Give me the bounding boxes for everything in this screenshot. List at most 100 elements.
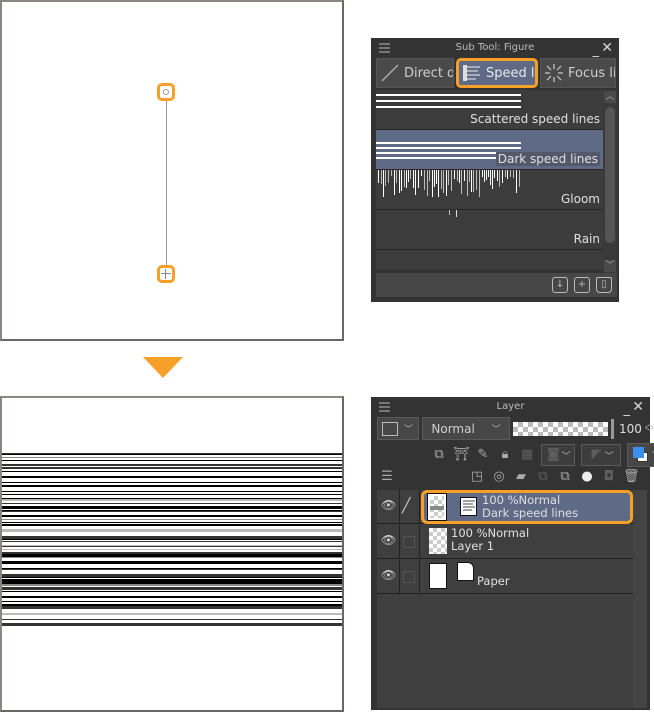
start-handle[interactable] bbox=[157, 83, 175, 101]
subtool-tabs: Direct draw Speed lines Focus lines bbox=[376, 58, 616, 88]
layer-scrollbar[interactable] bbox=[633, 490, 647, 708]
gloom-line bbox=[429, 170, 430, 181]
eye-icon[interactable]: 👁︎ bbox=[381, 569, 397, 581]
gloom-line bbox=[413, 170, 414, 188]
layer-actions-row: ☰ ◳ ◎ ▰ ⧉ ⧉ ● ◘ 🗑︎ bbox=[379, 469, 647, 485]
gloom-line bbox=[404, 170, 405, 187]
speed-line bbox=[2, 511, 342, 512]
reference-layer-icon[interactable]: ⛩ bbox=[453, 447, 470, 463]
menu-icon[interactable] bbox=[379, 402, 390, 412]
ruler-icon: ◤ bbox=[591, 447, 602, 462]
speed-line bbox=[2, 506, 342, 509]
opacity-spinner-icon[interactable]: ︿ ﹀ bbox=[645, 420, 654, 437]
eye-icon[interactable]: 👁︎ bbox=[381, 499, 397, 511]
layer-color-mode-dropdown[interactable]: ﹀ bbox=[627, 443, 654, 467]
subtool-scrollbar[interactable]: ︿ ﹀ bbox=[603, 90, 617, 273]
speed-line bbox=[2, 596, 342, 597]
speed-line bbox=[2, 623, 342, 626]
register-material-icon[interactable]: ↓ bbox=[552, 277, 568, 293]
layer-row-dark-speed-lines[interactable]: 👁︎ ╱ 100 %Normal Dark speed lines bbox=[377, 490, 633, 524]
end-handle[interactable] bbox=[157, 265, 175, 283]
clip-lower-layer-icon[interactable]: ⧉ bbox=[431, 447, 447, 463]
gloom-line bbox=[490, 170, 491, 185]
subtool-item-gloom[interactable]: Gloom bbox=[376, 170, 603, 210]
subtool-item-scattered[interactable]: Scattered speed lines bbox=[376, 90, 603, 130]
speed-line bbox=[2, 491, 342, 492]
speed-line bbox=[2, 619, 342, 620]
close-icon[interactable]: ✕ bbox=[632, 397, 644, 417]
speed-line bbox=[2, 576, 342, 577]
create-mask-icon[interactable]: ● bbox=[579, 469, 595, 485]
speed-line bbox=[2, 467, 342, 469]
gloom-line bbox=[510, 170, 511, 177]
tab-speed-lines[interactable]: Speed lines bbox=[456, 58, 538, 88]
gloom-line bbox=[421, 170, 422, 176]
opacity-slider[interactable] bbox=[513, 421, 608, 436]
blend-mode-dropdown[interactable]: Normal ﹀ bbox=[422, 417, 510, 440]
gloom-line bbox=[378, 170, 379, 183]
opacity-value[interactable]: 100 bbox=[619, 422, 642, 436]
mask-dropdown[interactable]: ◙ ﹀ bbox=[541, 444, 575, 466]
speed-lines-layer-icon bbox=[460, 497, 477, 516]
gloom-line bbox=[383, 170, 384, 197]
speed-line bbox=[2, 476, 342, 478]
gloom-line bbox=[507, 170, 508, 179]
subtool-title: Sub Tool: Figure bbox=[455, 42, 535, 53]
layer-list-icon[interactable]: ☰ bbox=[379, 469, 395, 485]
draft-layer-icon[interactable]: ✎ bbox=[475, 447, 491, 463]
delete-subtool-icon[interactable]: ▯ bbox=[596, 277, 612, 293]
ruler-dropdown[interactable]: ◤ ﹀ bbox=[581, 444, 621, 466]
gloom-line bbox=[467, 170, 468, 196]
canvas-after[interactable] bbox=[0, 396, 344, 712]
speed-line bbox=[2, 554, 342, 557]
speed-line-guide bbox=[166, 99, 167, 267]
speed-line bbox=[2, 569, 342, 570]
scroll-thumb[interactable] bbox=[605, 107, 615, 243]
speed-line bbox=[2, 536, 342, 539]
opacity-slider-handle[interactable] bbox=[611, 418, 614, 439]
mask-icon: ◙ bbox=[547, 447, 560, 462]
speed-line bbox=[2, 515, 342, 517]
close-icon[interactable]: ✕ bbox=[601, 38, 613, 58]
apply-mask-icon[interactable]: ◘ bbox=[601, 469, 617, 485]
gloom-line bbox=[488, 170, 489, 177]
layer-color-dropdown[interactable]: ﹀ bbox=[377, 417, 419, 440]
menu-icon[interactable] bbox=[379, 43, 390, 53]
scroll-down-icon[interactable]: ﹀ bbox=[604, 260, 616, 272]
layer-name: Paper bbox=[477, 574, 510, 588]
layer-row-layer-1[interactable]: 👁︎ 100 %Normal Layer 1 bbox=[377, 525, 633, 559]
gloom-line bbox=[408, 170, 409, 182]
scroll-up-icon[interactable]: ︿ bbox=[604, 91, 616, 103]
duplicate-subtool-icon[interactable]: + bbox=[574, 277, 590, 293]
lock-transparent-icon[interactable]: ▦ bbox=[519, 447, 535, 463]
new-folder-icon[interactable]: ▰ bbox=[513, 469, 529, 485]
tab-direct-draw[interactable]: Direct draw bbox=[376, 58, 454, 88]
gloom-line bbox=[446, 170, 447, 196]
gloom-line bbox=[451, 170, 452, 191]
gloom-line bbox=[448, 170, 449, 185]
gloom-line bbox=[464, 170, 465, 181]
lock-icon[interactable]: 🔒︎ bbox=[497, 447, 513, 463]
layer-thumbnail bbox=[429, 528, 447, 554]
subtool-item-rain[interactable]: Rain bbox=[376, 210, 603, 250]
edit-target-checkbox[interactable] bbox=[403, 536, 415, 548]
gloom-line bbox=[443, 170, 444, 193]
new-vector-layer-icon[interactable]: ◎ bbox=[491, 469, 507, 485]
edit-target-checkbox[interactable] bbox=[403, 571, 415, 583]
transfer-to-lower-icon[interactable]: ⧉ bbox=[535, 469, 551, 485]
new-raster-layer-icon[interactable]: ◳ bbox=[469, 469, 485, 485]
speed-line bbox=[2, 604, 342, 606]
subtool-item-dark-speed-lines[interactable]: Dark speed lines bbox=[376, 130, 603, 170]
gloom-line bbox=[385, 170, 386, 186]
layer-list: 👁︎ ╱ 100 %Normal Dark speed lines 👁︎ 100… bbox=[377, 490, 633, 708]
speed-line bbox=[2, 577, 342, 578]
speed-line bbox=[2, 549, 342, 550]
eye-icon[interactable]: 👁︎ bbox=[381, 534, 397, 546]
delete-layer-icon[interactable]: 🗑︎ bbox=[623, 469, 640, 485]
tab-focus-lines[interactable]: Focus lines bbox=[540, 58, 616, 88]
combine-layer-icon[interactable]: ⧉ bbox=[557, 469, 573, 485]
gloom-line bbox=[519, 170, 520, 187]
gloom-line bbox=[502, 170, 503, 183]
layer-row-paper[interactable]: 👁︎ Paper bbox=[377, 560, 633, 594]
canvas-before[interactable] bbox=[0, 0, 344, 341]
